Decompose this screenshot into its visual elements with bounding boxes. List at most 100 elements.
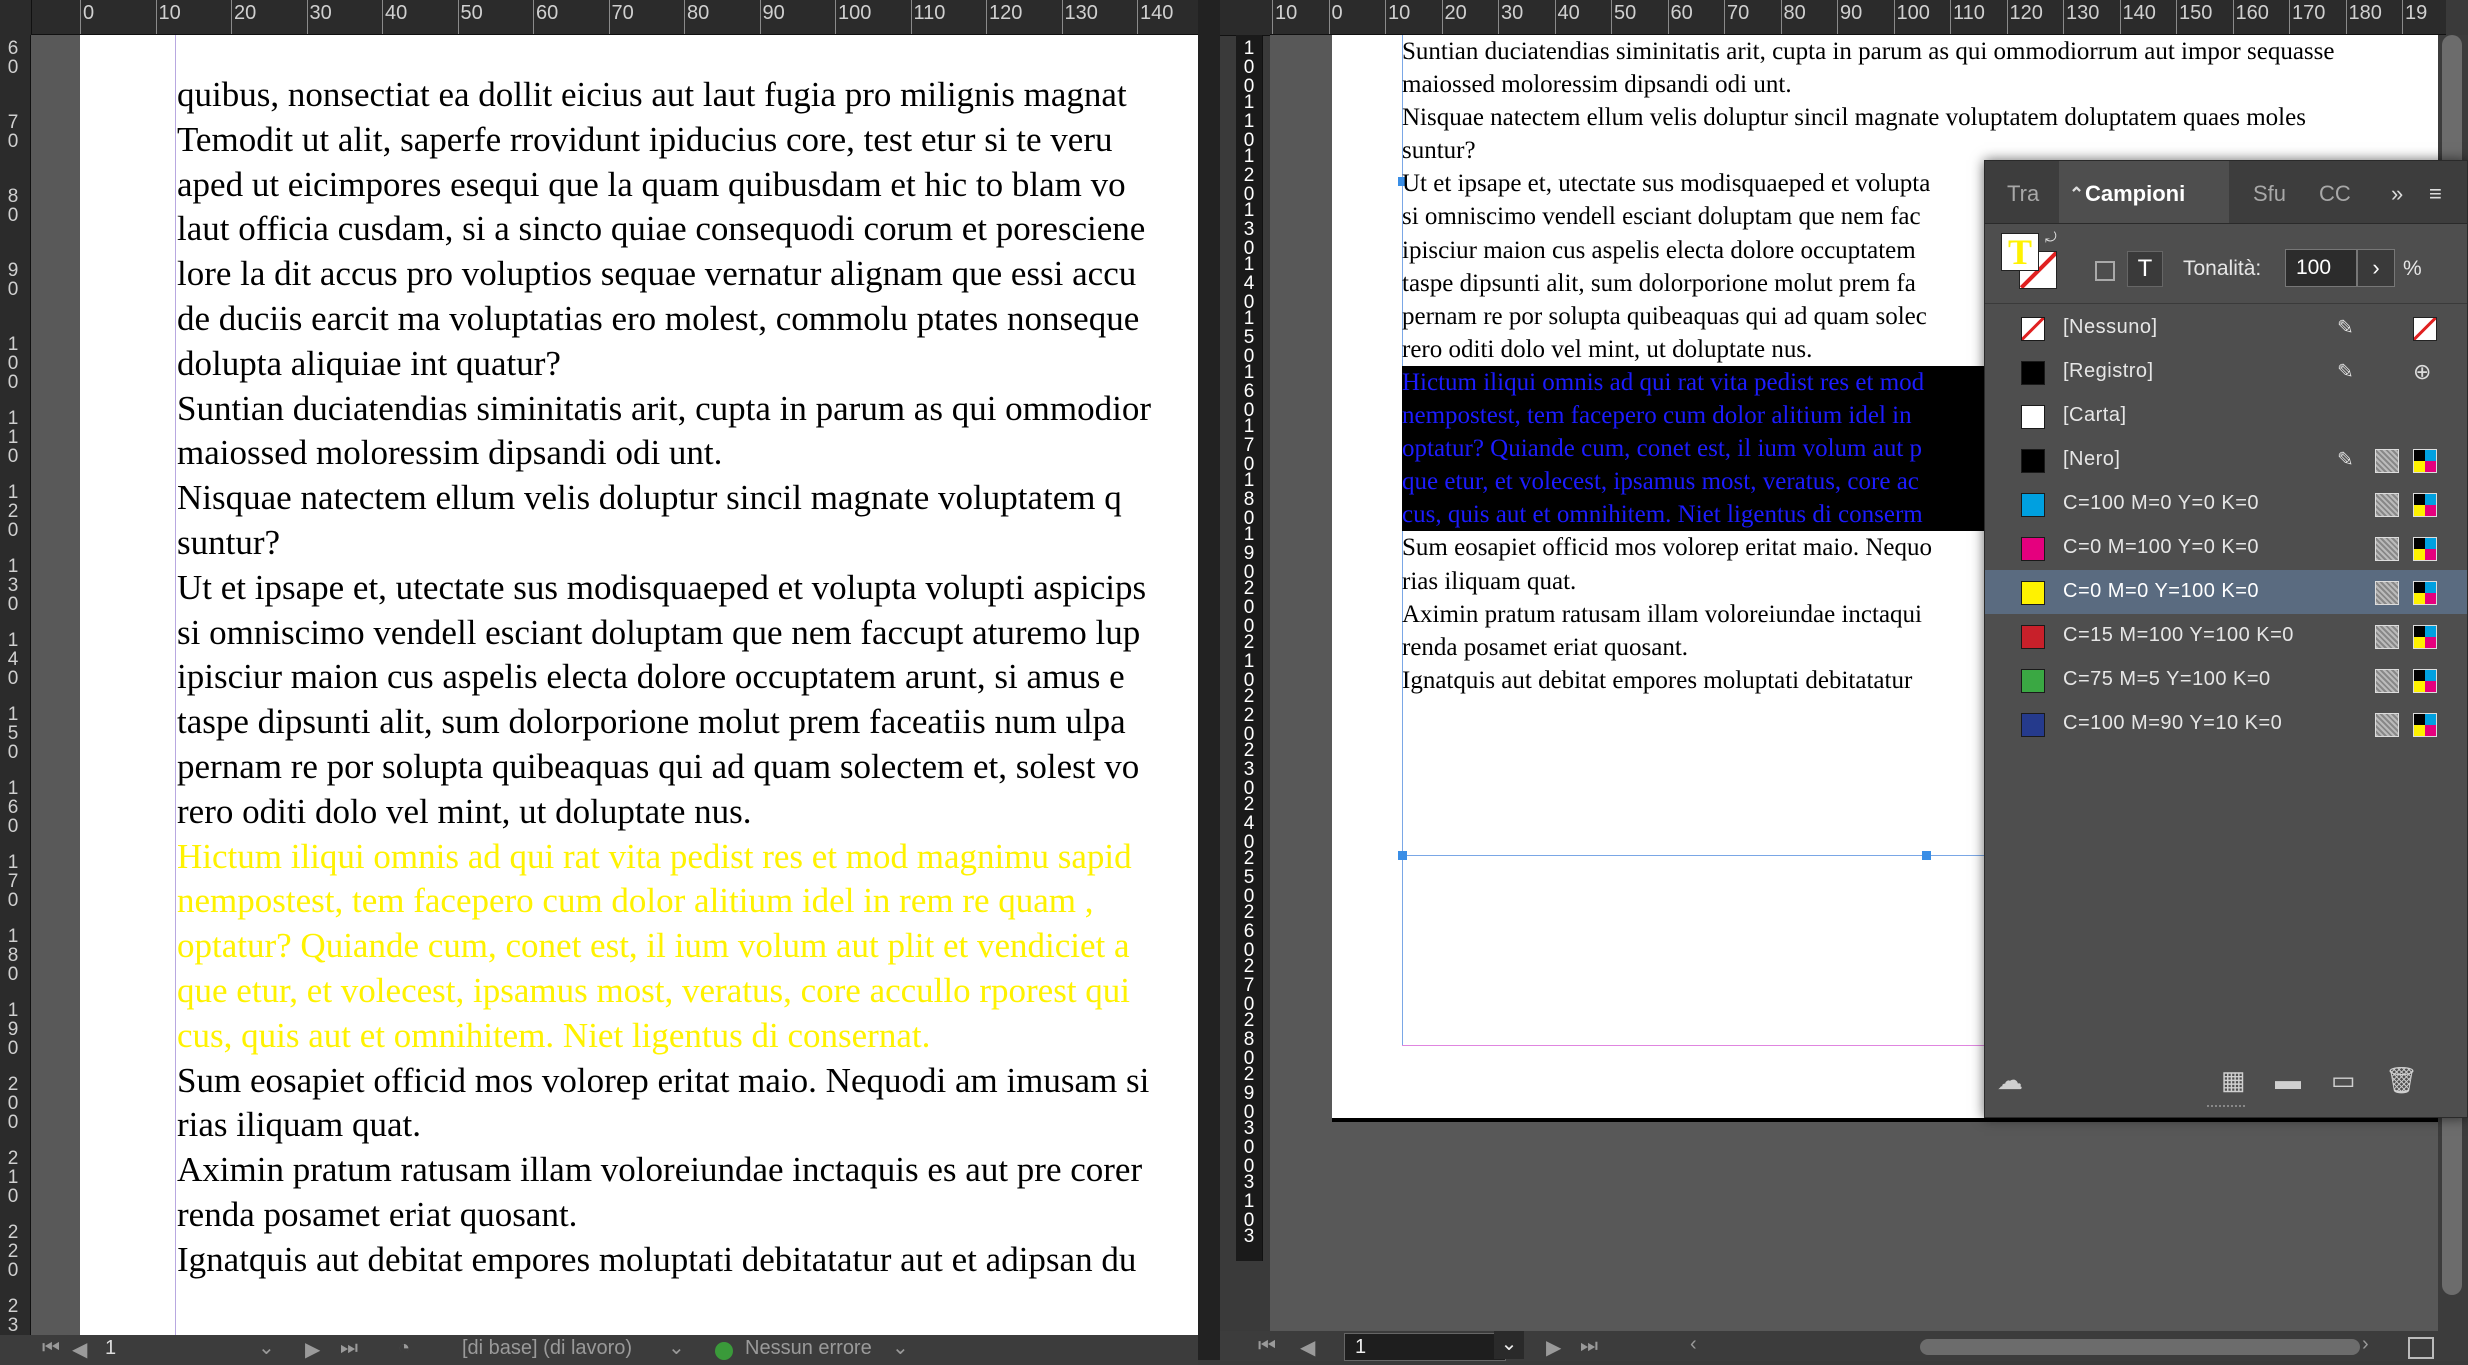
left-text-frame[interactable]: quibus, nonsectiat ea dollit eicius aut … [177,73,1151,1283]
first-page-icon[interactable]: ⏮ [1258,1335,1276,1358]
swatch-row[interactable]: C=100 M=0 Y=0 K=0 [1985,482,2467,526]
swatch-list: [Nessuno] ✎ [Registro] ✎ ⊕ [Carta] [Nero] ✎ C=10… [1985,303,2467,744]
swap-fill-stroke-icon[interactable]: ⤾ [2045,229,2057,246]
ruler-label: 180 [2348,2,2382,24]
swatch-name: C=0 M=0 Y=100 K=0 [2063,580,2260,602]
page-number-field[interactable]: 1 [1344,1333,1506,1361]
ruler-label: 130 [2066,2,2100,24]
left-horizontal-ruler[interactable]: 0 10 20 30 40 50 60 70 80 90 100 110 120 130 140 [0,0,1198,35]
container-mode-icon[interactable] [2095,261,2115,281]
swatch-row[interactable]: C=75 M=5 Y=100 K=0 [1985,658,2467,702]
last-page-icon[interactable]: ⏭ [1580,1335,1598,1358]
ruler-label: 3 0 0 [1243,1118,1255,1177]
preflight-dropdown-icon[interactable]: ⌄ [892,1335,909,1360]
swatch-row[interactable]: [Carta] [1985,394,2467,438]
text-line: rias iliquam quat. [177,1105,421,1145]
swatch-view-icon[interactable]: ▦ [2221,1065,2246,1096]
panel-resize-grip[interactable] [2207,1105,2245,1113]
ruler-label: 90 [1840,2,1863,24]
ruler-tick [1611,0,1612,34]
preflight-status-label[interactable]: Nessun errore [745,1337,872,1360]
text-line: taspe dipsunti alit, sum dolorporione mo… [177,702,1126,742]
ruler-label: 2 0 0 [7,1074,19,1133]
first-page-icon[interactable]: ⏮ [42,1337,60,1360]
panel-menu-icon[interactable]: ≡ [2429,161,2459,223]
next-page-icon[interactable]: ▶ [1546,1335,1561,1360]
ruler-tick [1328,0,1330,34]
ruler-label: 50 [460,2,483,24]
ruler-tick [2176,0,2177,34]
fill-stroke-proxy[interactable]: T ⤾ [2001,229,2059,291]
left-text-frame-guide [175,35,176,1335]
tab-swatches[interactable]: ⌃ Campioni [2059,161,2229,223]
scroll-left-icon[interactable]: ‹ [1690,1333,1697,1356]
tab-trapping[interactable]: Tra [1985,161,2059,223]
frame-handle[interactable] [1398,851,1407,860]
ruler-label: 8 0 [7,186,19,226]
ruler-label: 2 4 0 [1243,794,1255,853]
left-vertical-ruler[interactable]: 6 0 7 0 8 0 9 0 1 0 0 1 1 0 1 2 0 1 3 0 1 4 0 1 5… [0,35,31,1335]
tab-collapse-icon: ⌃ [2069,184,2085,204]
ruler-label: 2 2 0 [1243,686,1255,745]
tab-gradient[interactable]: Sfu [2235,161,2311,223]
swatch-name: [Registro] [2063,360,2154,382]
ruler-label: 40 [385,2,408,24]
page-dropdown-icon[interactable]: ⌄ [258,1335,275,1360]
ruler-label: 1 6 0 [7,778,19,837]
tint-input[interactable]: 100 [2285,249,2357,287]
ruler-label: 80 [1783,2,1806,24]
resize-corner-icon[interactable] [2408,1337,2434,1359]
ruler-tick [1950,0,1951,34]
new-group-icon[interactable]: ▬ [2275,1065,2301,1096]
ruler-tick [1385,0,1386,34]
cmyk-mode-icon [2413,713,2437,737]
delete-swatch-icon[interactable]: 🗑 [2385,1065,2418,1096]
ruler-label: 1 5 0 [1243,308,1255,367]
scroll-right-icon[interactable]: › [2362,1333,2369,1356]
swatch-row[interactable]: C=15 M=100 Y=100 K=0 [1985,614,2467,658]
new-swatch-icon[interactable]: ▭ [2331,1065,2356,1096]
swatch-row[interactable]: C=0 M=0 Y=100 K=0 [1985,570,2467,614]
tint-slider-toggle-icon[interactable]: › [2357,249,2395,287]
horizontal-scroll-thumb[interactable] [1920,1339,2360,1355]
preflight-status-icon [715,1342,733,1360]
swatch-color-chip [2021,449,2045,473]
ruler-label: 1 4 0 [7,630,19,689]
panel-expand-icon[interactable]: » [2391,161,2421,223]
view-divider[interactable] [1198,0,1220,1360]
ruler-tick [533,0,534,34]
page-dropdown-icon[interactable]: ⌄ [1494,1331,1524,1359]
ruler-label: 1 0 0 [1243,38,1255,97]
ruler-label: 0 [83,2,95,24]
process-color-icon [2375,713,2399,737]
swatch-row[interactable]: [Registro] ✎ ⊕ [1985,350,2467,394]
prev-page-icon[interactable]: ◀ [72,1337,87,1362]
ruler-label: 170 [2292,2,2326,24]
process-color-icon [2375,493,2399,517]
text-line: Nisquae natectem ellum velis doluptur si… [1402,104,2306,132]
right-ruler-corner [1220,0,1270,36]
right-vertical-ruler[interactable]: 1 0 01 1 01 2 01 3 01 4 01 5 01 6 01 7 0… [1236,35,1263,1261]
swatch-row[interactable]: [Nessuno] ✎ [1985,306,2467,350]
frame-handle[interactable] [1922,851,1931,860]
open-page-icon[interactable]: ◔ [398,1337,410,1360]
cc-cloud-icon[interactable]: ☁ [1997,1065,2023,1096]
ruler-tick [457,0,459,34]
tab-cc-libraries[interactable]: CC [2307,161,2373,223]
last-page-icon[interactable]: ⏭ [340,1337,358,1360]
swatch-row[interactable]: C=0 M=100 Y=0 K=0 [1985,526,2467,570]
prev-page-icon[interactable]: ◀ [1300,1335,1315,1360]
swatch-row[interactable]: [Nero] ✎ [1985,438,2467,482]
text-line: Ut et ipsape et, utectate sus modisquaep… [177,567,1147,607]
text-fill-icon[interactable]: T [2001,233,2039,271]
ruler-label: 1 2 0 [1243,146,1255,205]
master-label[interactable]: [di base] (di lavoro) [462,1337,632,1360]
next-page-icon[interactable]: ▶ [305,1337,320,1362]
text-line: Aximin pratum ratusam illam voloreiundae… [177,1150,1143,1190]
master-dropdown-icon[interactable]: ⌄ [668,1335,685,1360]
text-mode-icon[interactable]: T [2127,251,2163,287]
page-number-field[interactable]: 1 [105,1337,275,1360]
right-horizontal-ruler[interactable]: 10 0 10 20 30 40 50 60 70 80 90 100 110 120 130 140 150 1… [1220,0,2446,35]
swatch-row[interactable]: C=100 M=90 Y=10 K=0 [1985,702,2467,746]
ruler-tick [155,0,157,34]
